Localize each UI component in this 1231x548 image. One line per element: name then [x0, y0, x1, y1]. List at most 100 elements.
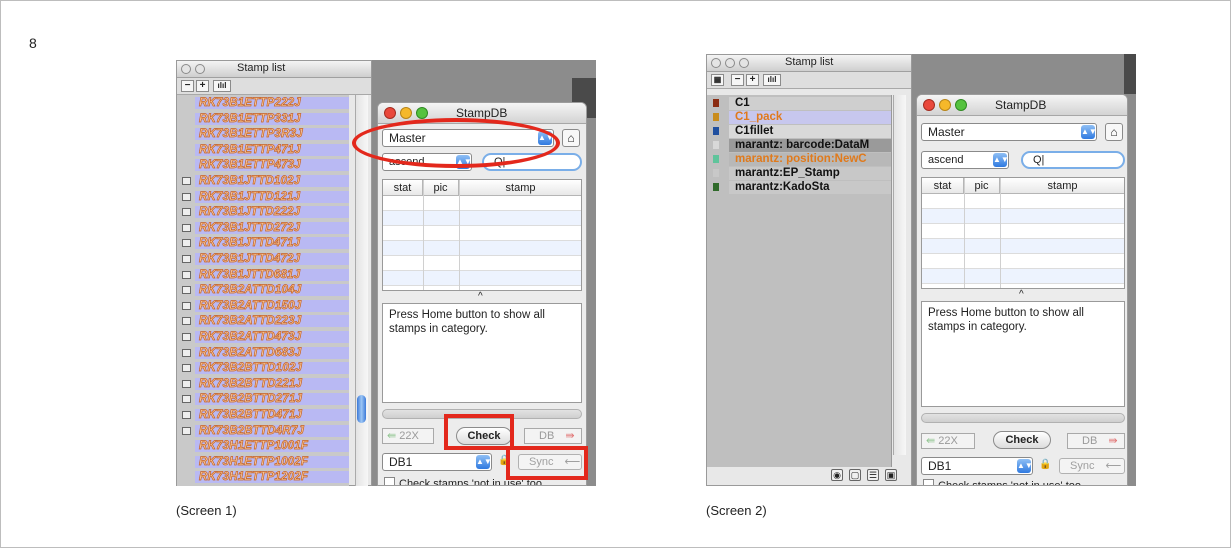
stampdb-window: StampDB Master ▲▼ ⌂ ascend ▲▼ Q| stat pi…	[916, 94, 1128, 486]
list-item[interactable]: RK73B1JTTD471J	[177, 237, 349, 250]
home-button[interactable]: ⌂	[562, 129, 580, 147]
table-row[interactable]	[383, 256, 581, 271]
list-item[interactable]: RK73B2BTTD271J	[177, 393, 349, 406]
table-row[interactable]	[383, 211, 581, 226]
next-button[interactable]: DB ⇛	[524, 428, 582, 444]
minimize-icon[interactable]	[195, 64, 205, 74]
list-item[interactable]: marantz:KadoSta	[707, 181, 891, 194]
db-select[interactable]: DB1 ▲▼	[382, 453, 492, 471]
list-item[interactable]: RK73B2BTTD4R7J	[177, 424, 349, 438]
list-item[interactable]: RK73B1ETTP3R3J	[177, 128, 349, 141]
table-row[interactable]	[383, 241, 581, 256]
list-item[interactable]: C1	[707, 97, 891, 110]
record-icon[interactable]: ◉	[831, 469, 843, 481]
list-item[interactable]: RK73B1JTTD681J	[177, 268, 349, 282]
close-icon[interactable]	[711, 58, 721, 68]
list-item[interactable]: RK73B1ETTP222J	[177, 97, 349, 110]
layout-icon[interactable]: ▦	[711, 74, 724, 86]
stamp-list-window: Stamp list − + ılıl RK73B1ETTP222J RK73B1…	[176, 60, 372, 486]
zoom-icon[interactable]	[955, 99, 967, 111]
category-select[interactable]: Master ▲▼	[921, 123, 1097, 141]
splitter-marker[interactable]: ^	[1019, 289, 1024, 300]
add-button[interactable]: +	[746, 74, 759, 86]
database-icon[interactable]: ▣	[885, 469, 897, 481]
splitter-marker[interactable]: ^	[478, 291, 483, 302]
table-row[interactable]	[383, 271, 581, 286]
list-item[interactable]: marantz:EP_Stamp	[707, 167, 891, 180]
list-item[interactable]: RK73B1ETTP473J	[177, 159, 349, 172]
table-row[interactable]	[922, 254, 1124, 269]
sort-select[interactable]: ascend ▲▼	[921, 151, 1009, 169]
close-icon[interactable]	[923, 99, 935, 111]
list-item[interactable]: RK73B2ATTD683J	[177, 346, 349, 360]
horizontal-scrollbar[interactable]	[921, 413, 1125, 423]
picture-icon	[182, 317, 191, 326]
table-row[interactable]	[922, 224, 1124, 239]
list-item-label: RK73B1JTTD681J	[199, 268, 301, 281]
column-pic[interactable]: pic	[423, 180, 459, 196]
table-row[interactable]	[922, 209, 1124, 224]
lock-icon[interactable]: 🔒	[1039, 460, 1051, 470]
minimize-icon[interactable]	[939, 99, 951, 111]
list-item[interactable]: RK73B1ETTP471J	[177, 143, 349, 157]
minimize-icon[interactable]	[725, 58, 735, 68]
list-item[interactable]: RK73B2ATTD223J	[177, 315, 349, 328]
search-input[interactable]: Q|	[1021, 151, 1125, 169]
minimize-icon[interactable]	[400, 107, 412, 119]
list-item[interactable]: RK73B2ATTD473J	[177, 331, 349, 344]
column-stat[interactable]: stat	[922, 178, 964, 194]
close-icon[interactable]	[181, 64, 191, 74]
list-item[interactable]: RK73B2BTTD221J	[177, 377, 349, 391]
sync-button[interactable]: Sync ⟵	[1059, 458, 1125, 474]
table-row[interactable]	[922, 194, 1124, 209]
column-pic[interactable]: pic	[964, 178, 1000, 194]
list-item[interactable]: C1_pack	[707, 111, 891, 124]
zoom-icon[interactable]	[416, 107, 428, 119]
list-item[interactable]: RK73H1ETTP1001F	[177, 440, 349, 453]
db-select[interactable]: DB1 ▲▼	[921, 457, 1033, 475]
list-item[interactable]: RK73H1ETTP1202F	[177, 471, 349, 484]
list-item[interactable]: RK73B2BTTD471J	[177, 409, 349, 422]
zoom-icon[interactable]	[739, 58, 749, 68]
close-icon[interactable]	[384, 107, 396, 119]
list-item-label: RK73B1JTTD272J	[199, 221, 301, 234]
add-button[interactable]: +	[196, 80, 209, 92]
list-item[interactable]: RK73B1JTTD272J	[177, 221, 349, 235]
list-item[interactable]: marantz: position:NewC	[707, 153, 891, 166]
list-item[interactable]: RK73B1ETTP331J	[177, 112, 349, 126]
list-item[interactable]: RK73B2ATTD150J	[177, 299, 349, 313]
home-button[interactable]: ⌂	[1105, 123, 1123, 141]
prev-label: 22X	[938, 435, 958, 447]
check-button[interactable]: Check	[993, 431, 1051, 449]
column-stamp[interactable]: stamp	[459, 180, 581, 196]
list-item[interactable]: C1fillet	[707, 125, 891, 138]
list-item[interactable]: RK73B1JTTD121J	[177, 190, 349, 204]
check-unused-checkbox[interactable]	[923, 479, 934, 485]
list-item[interactable]: RK73H1ETTP1002F	[177, 455, 349, 469]
list-item[interactable]: RK73B1JTTD222J	[177, 206, 349, 219]
column-stat[interactable]: stat	[383, 180, 423, 196]
next-button[interactable]: DB ⇛	[1067, 433, 1125, 449]
table-row[interactable]	[383, 196, 581, 211]
list-item[interactable]: RK73B2BTTD102J	[177, 362, 349, 375]
check-unused-checkbox[interactable]	[384, 477, 395, 485]
column-stamp[interactable]: stamp	[1000, 178, 1124, 194]
list-icon[interactable]: ☰	[867, 469, 879, 481]
list-item[interactable]: RK73B2ATTD104J	[177, 284, 349, 297]
table-row[interactable]	[922, 239, 1124, 254]
stamp-list-scrollbar[interactable]	[893, 95, 906, 455]
list-item[interactable]: marantz: barcode:DataM	[707, 139, 891, 152]
remove-button[interactable]: −	[731, 74, 744, 86]
list-item[interactable]: RK73B1JTTD472J	[177, 253, 349, 266]
table-row[interactable]	[922, 269, 1124, 284]
remove-button[interactable]: −	[181, 80, 194, 92]
chart-icon[interactable]: ılıl	[213, 80, 231, 92]
table-row[interactable]	[383, 226, 581, 241]
scrollbar-thumb[interactable]	[357, 395, 366, 423]
prev-button[interactable]: ⇚ 22X	[382, 428, 434, 444]
list-item[interactable]: RK73B1JTTD102J	[177, 175, 349, 188]
prev-button[interactable]: ⇚ 22X	[921, 433, 975, 449]
check-unused-option[interactable]: Check stamps 'not in use' too	[923, 479, 1081, 485]
page-icon[interactable]: ▢	[849, 469, 861, 481]
chart-icon[interactable]: ılıl	[763, 74, 781, 86]
